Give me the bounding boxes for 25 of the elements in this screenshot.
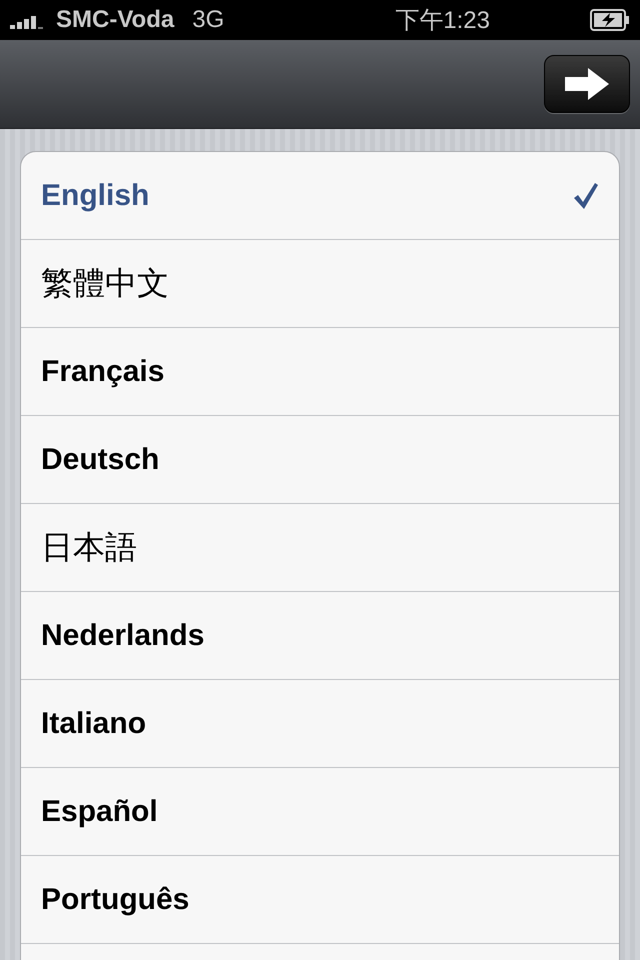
language-name: Deutsch	[41, 442, 160, 476]
language-name: Français	[41, 354, 166, 388]
language-item[interactable]: Português	[21, 856, 619, 944]
language-name: English	[41, 178, 150, 212]
language-name: Português	[41, 882, 190, 916]
clock-time: 下午1:23	[395, 6, 490, 36]
language-name: 繁體中文	[41, 264, 170, 302]
language-item[interactable]: Italiano	[21, 680, 619, 768]
checkmark-icon	[573, 182, 599, 210]
language-item[interactable]: Español	[21, 768, 619, 856]
right-arrow-icon	[564, 67, 610, 101]
language-name: Nederlands	[41, 618, 206, 652]
network-type: 3G	[192, 6, 224, 34]
battery-charging-icon	[590, 9, 630, 31]
next-button[interactable]	[544, 55, 630, 113]
language-item[interactable]: English	[21, 152, 619, 240]
language-name: 日本語	[41, 528, 138, 566]
language-name: Español	[41, 794, 159, 828]
language-item[interactable]: Deutsch	[21, 416, 619, 504]
language-item[interactable]: 繁體中文	[21, 240, 619, 328]
language-name: Italiano	[41, 706, 148, 740]
language-item[interactable]: Français	[21, 328, 619, 416]
language-item[interactable]: Nederlands	[21, 592, 619, 680]
carrier-name: SMC-Voda	[56, 6, 174, 34]
language-item[interactable]: 日本語	[21, 504, 619, 592]
